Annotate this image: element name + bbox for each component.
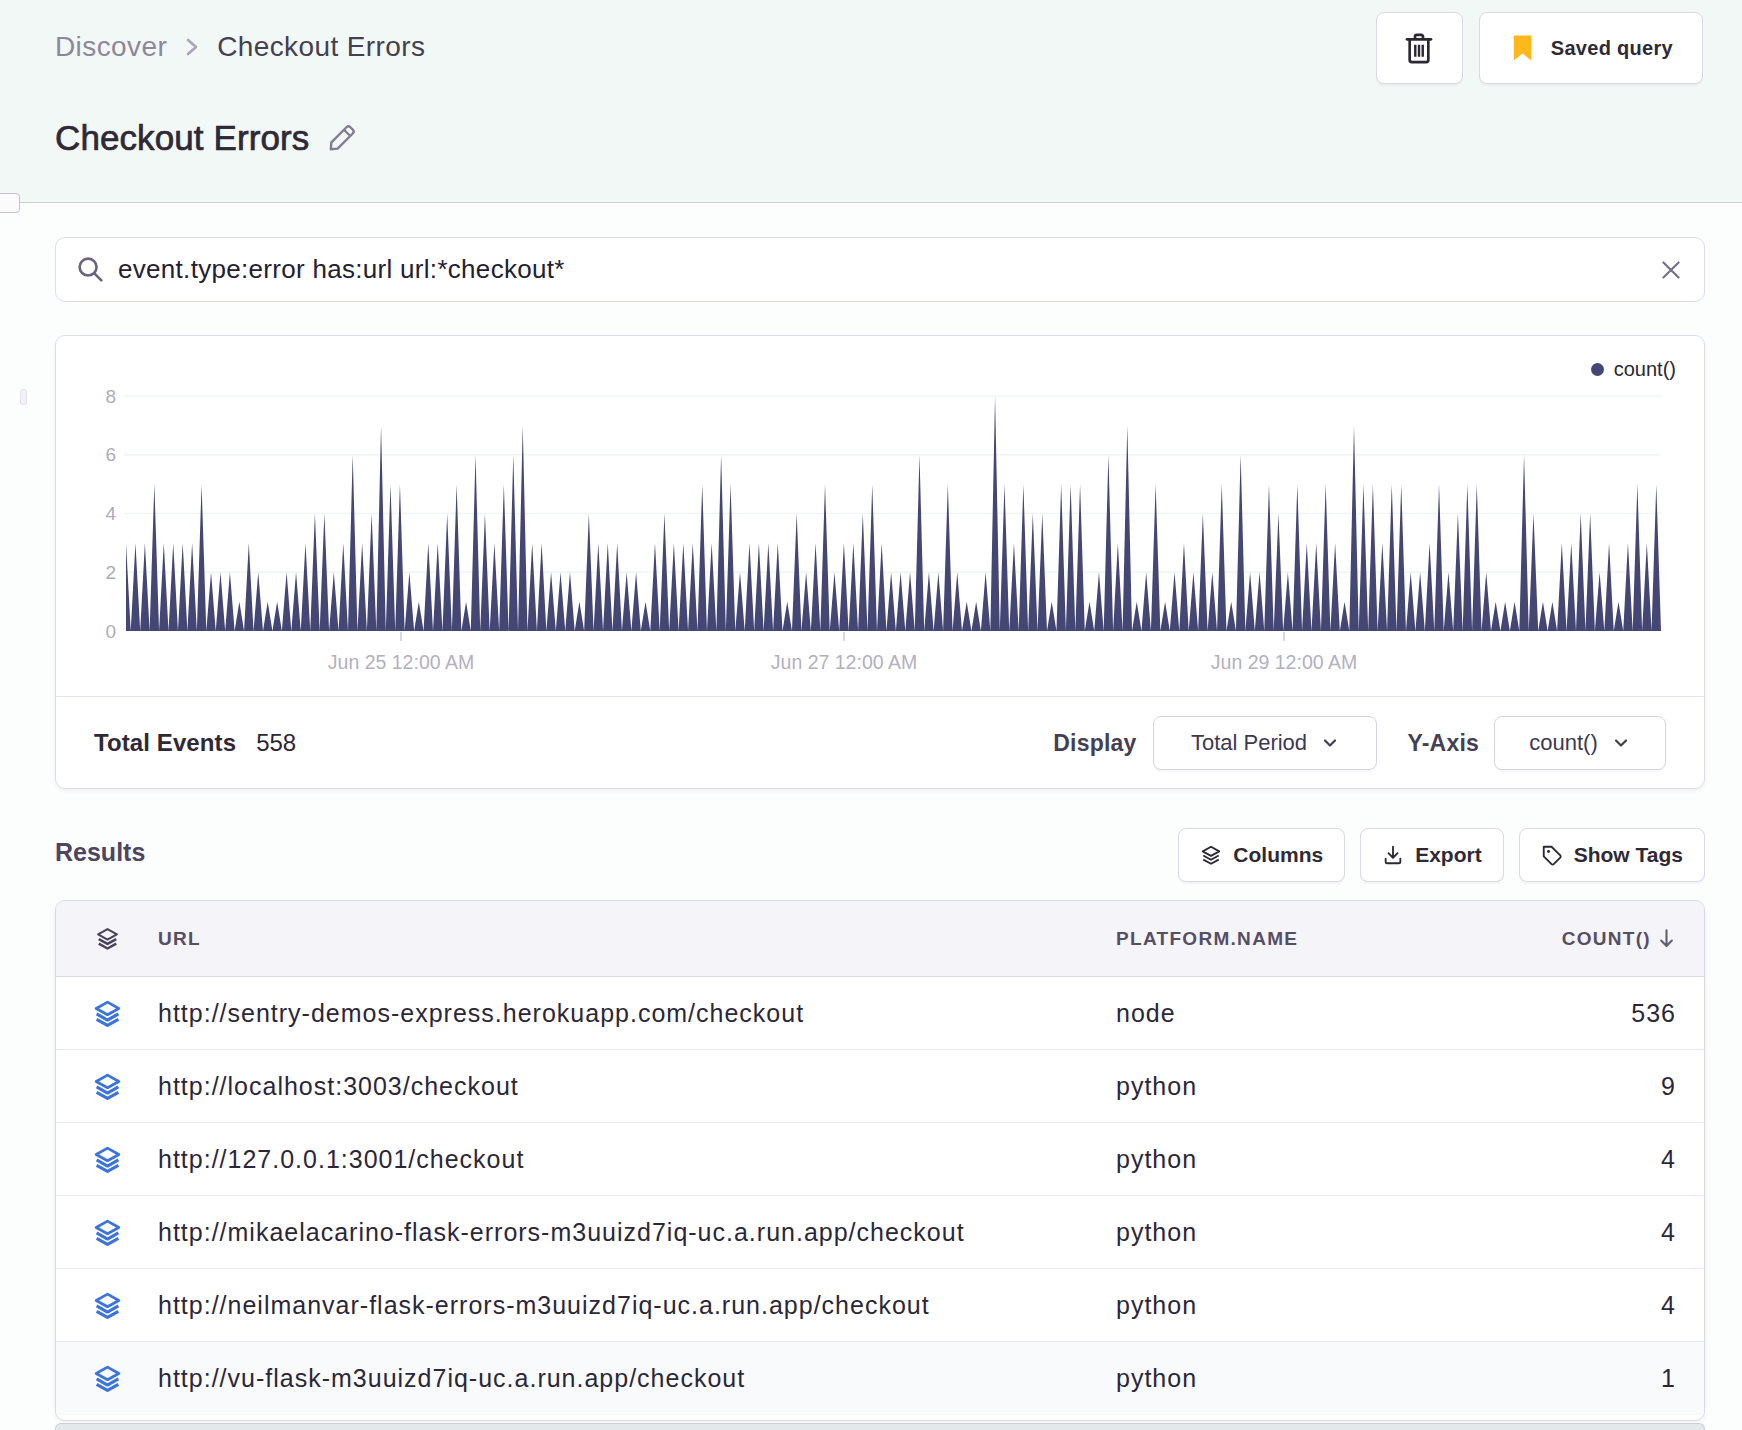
stack-icon: [56, 926, 158, 951]
columns-button[interactable]: Columns: [1178, 828, 1345, 882]
stack-icon[interactable]: [56, 1145, 158, 1174]
sort-desc-icon: [1657, 928, 1676, 949]
page-header: Discover Checkout Errors Checkout Errors…: [0, 0, 1742, 203]
layers-icon: [1200, 844, 1222, 866]
saved-query-button[interactable]: Saved query: [1479, 12, 1703, 84]
export-button-label: Export: [1415, 843, 1482, 867]
row-url[interactable]: http://localhost:3003/checkout: [158, 1072, 1116, 1101]
saved-query-label: Saved query: [1551, 37, 1673, 60]
total-events-value: 558: [256, 729, 296, 757]
breadcrumb-chevron-icon: [183, 34, 201, 60]
search-input[interactable]: [118, 254, 1644, 285]
row-count[interactable]: 4: [1556, 1218, 1704, 1247]
svg-text:8: 8: [105, 386, 116, 407]
page-title: Checkout Errors: [55, 118, 309, 158]
table-row: http://neilmanvar-flask-errors-m3uuizd7i…: [56, 1269, 1704, 1342]
tag-icon: [1541, 844, 1563, 866]
yaxis-label: Y-Axis: [1407, 730, 1479, 757]
download-icon: [1382, 844, 1404, 866]
svg-text:0: 0: [105, 621, 116, 642]
stack-icon[interactable]: [56, 1291, 158, 1320]
svg-text:4: 4: [105, 503, 116, 524]
row-platform[interactable]: python: [1116, 1364, 1556, 1393]
row-url[interactable]: http://mikaelacarino-flask-errors-m3uuiz…: [158, 1218, 1116, 1247]
table-row: http://mikaelacarino-flask-errors-m3uuiz…: [56, 1196, 1704, 1269]
stack-icon[interactable]: [56, 999, 158, 1028]
row-url[interactable]: http://vu-flask-m3uuizd7iq-uc.a.run.app/…: [158, 1364, 1116, 1393]
breadcrumb: Discover Checkout Errors: [55, 31, 425, 63]
bookmark-icon: [1509, 33, 1536, 63]
legend-label: count(): [1614, 358, 1676, 381]
show-tags-button-label: Show Tags: [1574, 843, 1683, 867]
svg-text:Jun 29 12:00 AM: Jun 29 12:00 AM: [1211, 651, 1357, 673]
stack-icon[interactable]: [56, 1218, 158, 1247]
table-header-row: URL PLATFORM.NAME COUNT(): [56, 901, 1704, 977]
svg-text:Jun 27 12:00 AM: Jun 27 12:00 AM: [771, 651, 917, 673]
yaxis-dropdown-value: count(): [1529, 730, 1597, 756]
show-tags-button[interactable]: Show Tags: [1519, 828, 1705, 882]
display-dropdown[interactable]: Total Period: [1153, 716, 1377, 770]
results-heading: Results: [55, 838, 145, 867]
delete-query-button[interactable]: [1376, 12, 1463, 84]
column-header-count[interactable]: COUNT(): [1556, 928, 1704, 950]
stack-icon[interactable]: [56, 1072, 158, 1101]
column-header-platform[interactable]: PLATFORM.NAME: [1116, 928, 1556, 950]
row-count[interactable]: 4: [1556, 1145, 1704, 1174]
breadcrumb-current: Checkout Errors: [217, 31, 425, 63]
results-table: URL PLATFORM.NAME COUNT() http://sentry-…: [55, 900, 1705, 1421]
columns-button-label: Columns: [1233, 843, 1323, 867]
svg-text:Jun 25 12:00 AM: Jun 25 12:00 AM: [328, 651, 474, 673]
row-platform[interactable]: node: [1116, 999, 1556, 1028]
row-count[interactable]: 4: [1556, 1291, 1704, 1320]
row-url[interactable]: http://neilmanvar-flask-errors-m3uuizd7i…: [158, 1291, 1116, 1320]
row-url[interactable]: http://sentry-demos-express.herokuapp.co…: [158, 999, 1116, 1028]
trash-icon: [1403, 30, 1435, 66]
row-count[interactable]: 1: [1556, 1364, 1704, 1393]
search-icon: [76, 255, 105, 284]
chart-panel: 0 2 4 6 8 Jun 25 12:00 AM Jun 27 12:00 AM Jun 2…: [55, 335, 1705, 789]
total-events-label: Total Events: [94, 729, 236, 757]
row-count[interactable]: 9: [1556, 1072, 1704, 1101]
row-count[interactable]: 536: [1556, 999, 1704, 1028]
table-row: http://127.0.0.1:3001/checkoutpython4: [56, 1123, 1704, 1196]
svg-text:6: 6: [105, 444, 116, 465]
pencil-icon: [327, 123, 357, 153]
row-platform[interactable]: python: [1116, 1072, 1556, 1101]
discover-query-page: Discover Checkout Errors Checkout Errors…: [0, 0, 1742, 1430]
table-row: http://sentry-demos-express.herokuapp.co…: [56, 977, 1704, 1050]
side-nub: [20, 389, 27, 405]
row-url[interactable]: http://127.0.0.1:3001/checkout: [158, 1145, 1116, 1174]
chevron-down-icon: [1320, 733, 1340, 753]
stack-icon[interactable]: [56, 1364, 158, 1393]
yaxis-dropdown[interactable]: count(): [1494, 716, 1666, 770]
table-body: http://sentry-demos-express.herokuapp.co…: [56, 977, 1704, 1415]
search-bar[interactable]: [55, 237, 1705, 302]
table-row: http://vu-flask-m3uuizd7iq-uc.a.run.app/…: [56, 1342, 1704, 1415]
row-platform[interactable]: python: [1116, 1291, 1556, 1320]
events-chart: 0 2 4 6 8 Jun 25 12:00 AM Jun 27 12:00 AM Jun 2…: [56, 336, 1706, 696]
breadcrumb-discover-link[interactable]: Discover: [55, 31, 167, 63]
chart-footer: Total Events 558 Display Total Period Y-…: [56, 696, 1704, 789]
column-header-url[interactable]: URL: [158, 928, 1116, 950]
row-platform[interactable]: python: [1116, 1145, 1556, 1174]
row-platform[interactable]: python: [1116, 1218, 1556, 1247]
export-button[interactable]: Export: [1360, 828, 1504, 882]
display-dropdown-value: Total Period: [1191, 730, 1307, 756]
sidebar-collapse-handle[interactable]: [0, 193, 20, 213]
clear-search-icon[interactable]: [1658, 257, 1684, 283]
edit-title-button[interactable]: [327, 123, 357, 153]
chart-legend[interactable]: count(): [1591, 358, 1676, 381]
display-label: Display: [1053, 730, 1136, 757]
svg-text:2: 2: [105, 562, 116, 583]
pagination-strip: [55, 1423, 1705, 1430]
table-row: http://localhost:3003/checkoutpython9: [56, 1050, 1704, 1123]
chevron-down-icon: [1611, 733, 1631, 753]
legend-dot: [1591, 363, 1604, 376]
